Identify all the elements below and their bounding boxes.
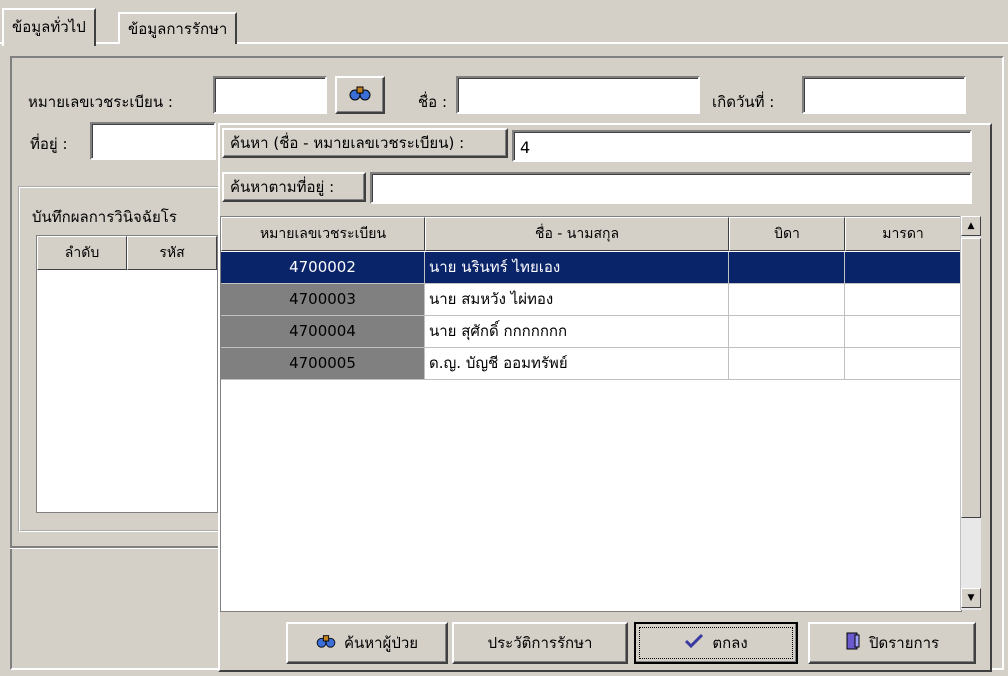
- hn-input[interactable]: [213, 76, 327, 114]
- cell-hn: 4700003: [221, 284, 425, 316]
- history-button[interactable]: ประวัติการรักษา: [452, 622, 628, 664]
- tab-general[interactable]: ข้อมูลทั่วไป: [2, 8, 96, 46]
- cell-name: นาย นรินทร์ ไทยเอง: [425, 252, 729, 284]
- diagnosis-list[interactable]: ลำดับ รหัส: [36, 235, 218, 513]
- cell-hn: 4700002: [221, 252, 425, 284]
- close-list-button[interactable]: ปิดรายการ: [808, 622, 976, 664]
- col-header-name[interactable]: ชื่อ - นามสกุล: [425, 217, 729, 251]
- ok-button[interactable]: ตกลง: [634, 622, 798, 664]
- birth-input[interactable]: [802, 76, 966, 114]
- history-label: ประวัติการรักษา: [487, 634, 593, 652]
- cell-father: [729, 252, 845, 284]
- cell-father: [729, 316, 845, 348]
- door-exit-icon: [845, 632, 861, 654]
- cell-mother: [845, 316, 961, 348]
- cell-father: [729, 348, 845, 380]
- cell-hn: 4700005: [221, 348, 425, 380]
- search-patient-button[interactable]: ค้นหาผู้ป่วย: [286, 622, 448, 664]
- col-header-hn[interactable]: หมายเลขเวชระเบียน: [221, 217, 425, 251]
- results-grid[interactable]: หมายเลขเวชระเบียน ชื่อ - นามสกุล บิดา มา…: [220, 216, 962, 612]
- search-address-label: ค้นหาตามที่อยู่ :: [222, 172, 366, 202]
- name-input[interactable]: [456, 76, 700, 114]
- ok-label: ตกลง: [712, 634, 748, 652]
- address-input[interactable]: [90, 122, 216, 160]
- cell-name: ด.ญ. บัญชี ออมทรัพย์: [425, 348, 729, 380]
- scroll-up-button[interactable]: ▲: [961, 216, 981, 236]
- scroll-down-button[interactable]: ▼: [961, 588, 981, 608]
- hn-label: หมายเลขเวชระเบียน :: [28, 93, 173, 111]
- cell-father: [729, 284, 845, 316]
- cell-mother: [845, 348, 961, 380]
- cell-name: นาย สุศักดิ์ กกกกกกก: [425, 316, 729, 348]
- cell-name: นาย สมหวัง ไผ่ทอง: [425, 284, 729, 316]
- name-label: ชื่อ :: [418, 93, 448, 111]
- search-address-input[interactable]: [370, 172, 972, 204]
- cell-hn: 4700004: [221, 316, 425, 348]
- cell-mother: [845, 252, 961, 284]
- results-scrollbar[interactable]: ▲ ▼: [960, 216, 981, 610]
- tab-treatment[interactable]: ข้อมูลการรักษา: [118, 12, 238, 44]
- col-header-father[interactable]: บิดา: [729, 217, 845, 251]
- hn-search-button[interactable]: [335, 76, 385, 114]
- divider: [10, 546, 220, 549]
- address-label: ที่อยู่ :: [30, 135, 68, 153]
- diagnosis-group-title: บันทึกผลการวินิจฉัยโร: [32, 205, 177, 229]
- col-header-mother[interactable]: มารดา: [845, 217, 961, 251]
- cell-mother: [845, 284, 961, 316]
- close-list-label: ปิดรายการ: [868, 634, 940, 652]
- search-query-input[interactable]: 4: [512, 130, 972, 162]
- binoculars-icon: [349, 84, 371, 106]
- scroll-thumb[interactable]: [961, 238, 981, 518]
- search-patient-label: ค้นหาผู้ป่วย: [343, 634, 419, 652]
- binoculars-icon: [316, 633, 336, 653]
- search-query-label: ค้นหา (ชื่อ - หมายเลขเวชระเบียน) :: [222, 128, 508, 158]
- checkmark-icon: [684, 633, 704, 653]
- diag-col-code[interactable]: รหัส: [127, 236, 217, 270]
- birth-label: เกิดวันที่ :: [712, 93, 775, 111]
- diag-col-no[interactable]: ลำดับ: [37, 236, 127, 270]
